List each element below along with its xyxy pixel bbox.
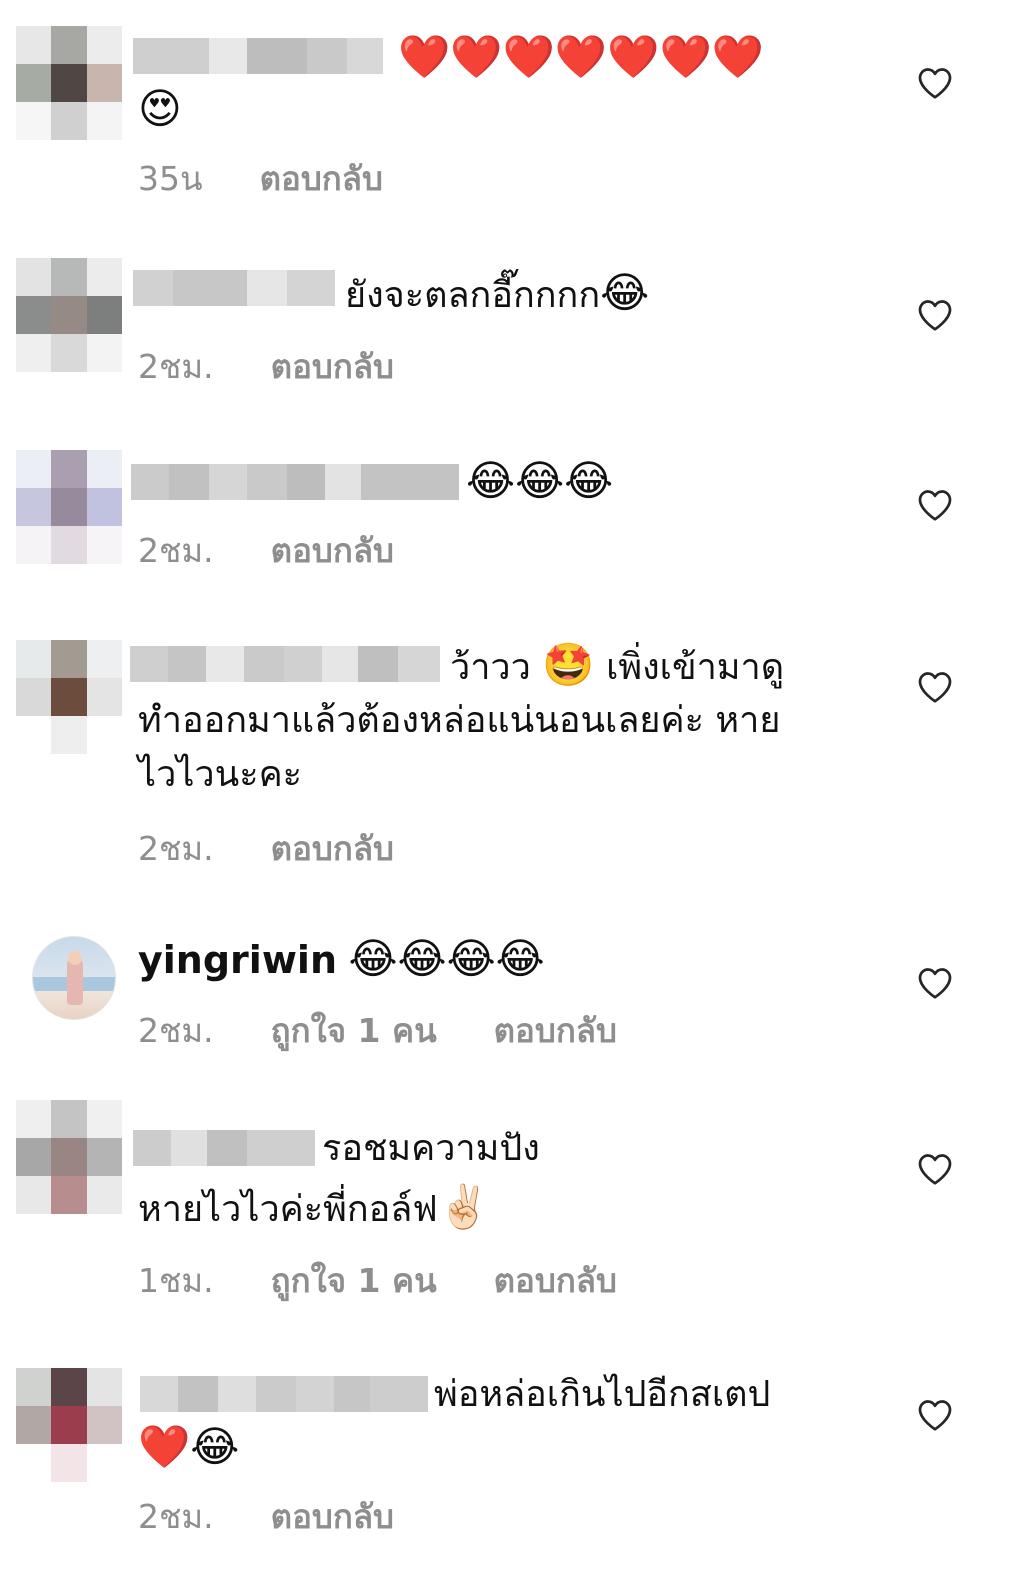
comment-meta: 1ชม. ถูกใจ 1 คน ตอบกลับ xyxy=(138,1254,617,1307)
comment-time: 1ชม. xyxy=(138,1261,214,1300)
comment-time: 2ชม. xyxy=(138,829,214,868)
comment-time: 2ชม. xyxy=(138,347,214,386)
comment-meta: 2ชม. ตอบกลับ xyxy=(138,1490,394,1543)
username-redacted[interactable] xyxy=(133,38,383,74)
comment-item: รอชมความปัง หายไวไวค่ะพี่กอล์ฟ✌🏻 1ชม. ถู… xyxy=(0,1090,1026,1310)
like-heart-icon[interactable] xyxy=(917,488,953,522)
avatar[interactable] xyxy=(16,640,122,754)
reply-button[interactable]: ตอบกลับ xyxy=(494,1011,617,1050)
like-heart-icon[interactable] xyxy=(917,966,953,1000)
comment-item: yingriwin 😂😂😂😂 2ชม. ถูกใจ 1 คน ตอบกลับ xyxy=(0,910,1026,1060)
username-redacted[interactable] xyxy=(133,270,335,306)
reply-button[interactable]: ตอบกลับ xyxy=(271,1497,394,1536)
like-heart-icon[interactable] xyxy=(917,1152,953,1186)
comment-text-line: ไวไวนะคะ xyxy=(138,754,303,795)
comment-meta: 2ชม. ตอบกลับ xyxy=(138,340,394,393)
likes-count[interactable]: ถูกใจ 1 คน xyxy=(271,1261,437,1300)
comment-meta: 2ชม. ตอบกลับ xyxy=(138,822,394,875)
comment-item: ว้าวว 🤩 เพิ่งเข้ามาดู ทำออกมาแล้วต้องหล่… xyxy=(0,610,1026,870)
comment-emojis: ❤️😂 xyxy=(138,1422,240,1471)
avatar[interactable] xyxy=(16,26,122,140)
reply-button[interactable]: ตอบกลับ xyxy=(271,531,394,570)
like-heart-icon[interactable] xyxy=(917,298,953,332)
likes-count[interactable]: ถูกใจ 1 คน xyxy=(271,1011,437,1050)
comment-text-line: ทำออกมาแล้วต้องหล่อแน่นอนเลยค่ะ หาย xyxy=(138,700,781,741)
comment-username[interactable]: yingriwin xyxy=(138,938,337,982)
reply-button[interactable]: ตอบกลับ xyxy=(260,159,383,198)
comment-text: ว้าวว 🤩 เพิ่งเข้ามาดู xyxy=(450,640,785,689)
heart-outline-icon xyxy=(918,672,952,703)
comment-item: ❤️❤️❤️❤️❤️❤️❤️ 😍 35น ตอบกลับ xyxy=(0,0,1026,210)
like-heart-icon[interactable] xyxy=(917,66,953,100)
reply-button[interactable]: ตอบกลับ xyxy=(271,829,394,868)
heart-outline-icon xyxy=(918,300,952,331)
heart-outline-icon xyxy=(918,1154,952,1185)
avatar[interactable] xyxy=(16,258,122,372)
like-heart-icon[interactable] xyxy=(917,1398,953,1432)
avatar[interactable] xyxy=(16,450,122,564)
comment-time: 2ชม. xyxy=(138,1011,214,1050)
comment-item: พ่อหล่อเกินไปอีกสเตป ❤️😂 2ชม. ตอบกลับ xyxy=(0,1350,1026,1560)
username-redacted[interactable] xyxy=(131,464,459,500)
username-redacted[interactable] xyxy=(140,1376,428,1412)
heart-outline-icon xyxy=(918,1400,952,1431)
username-redacted[interactable] xyxy=(133,1130,315,1166)
comment-time: 35น xyxy=(138,159,203,198)
comment-text: yingriwin 😂😂😂😂 xyxy=(138,934,545,983)
heart-outline-icon xyxy=(918,490,952,521)
comment-text-line: พ่อหล่อเกินไปอีกสเตป xyxy=(434,1374,771,1415)
comment-emojis: 😂😂😂 xyxy=(466,456,614,505)
avatar[interactable] xyxy=(16,1368,122,1482)
username-redacted[interactable] xyxy=(130,646,440,682)
comment-time: 2ชม. xyxy=(138,531,214,570)
comment-item: 😂😂😂 2ชม. ตอบกลับ xyxy=(0,430,1026,580)
comment-time: 2ชม. xyxy=(138,1497,214,1536)
heart-outline-icon xyxy=(918,68,952,99)
reply-button[interactable]: ตอบกลับ xyxy=(271,347,394,386)
like-heart-icon[interactable] xyxy=(917,670,953,704)
comment-emojis: ❤️❤️❤️❤️❤️❤️❤️ xyxy=(398,32,765,81)
avatar[interactable] xyxy=(32,936,116,1020)
avatar[interactable] xyxy=(16,1100,122,1214)
comment-meta: 35น ตอบกลับ xyxy=(138,152,383,205)
comment-text-line: รอชมความปัง xyxy=(322,1128,540,1169)
comment-meta: 2ชม. ตอบกลับ xyxy=(138,524,394,577)
comment-emojis: 😍 xyxy=(138,84,182,133)
comment-meta: 2ชม. ถูกใจ 1 คน ตอบกลับ xyxy=(138,1004,617,1057)
reply-button[interactable]: ตอบกลับ xyxy=(494,1261,617,1300)
heart-outline-icon xyxy=(918,968,952,999)
comment-item: ยังจะตลกอี๊กกกก😂 2ชม. ตอบกลับ xyxy=(0,240,1026,390)
comment-text: หายไวไวค่ะพี่กอล์ฟ✌🏻 xyxy=(138,1182,491,1231)
comment-text: ยังจะตลกอี๊กกกก😂 xyxy=(345,268,650,317)
